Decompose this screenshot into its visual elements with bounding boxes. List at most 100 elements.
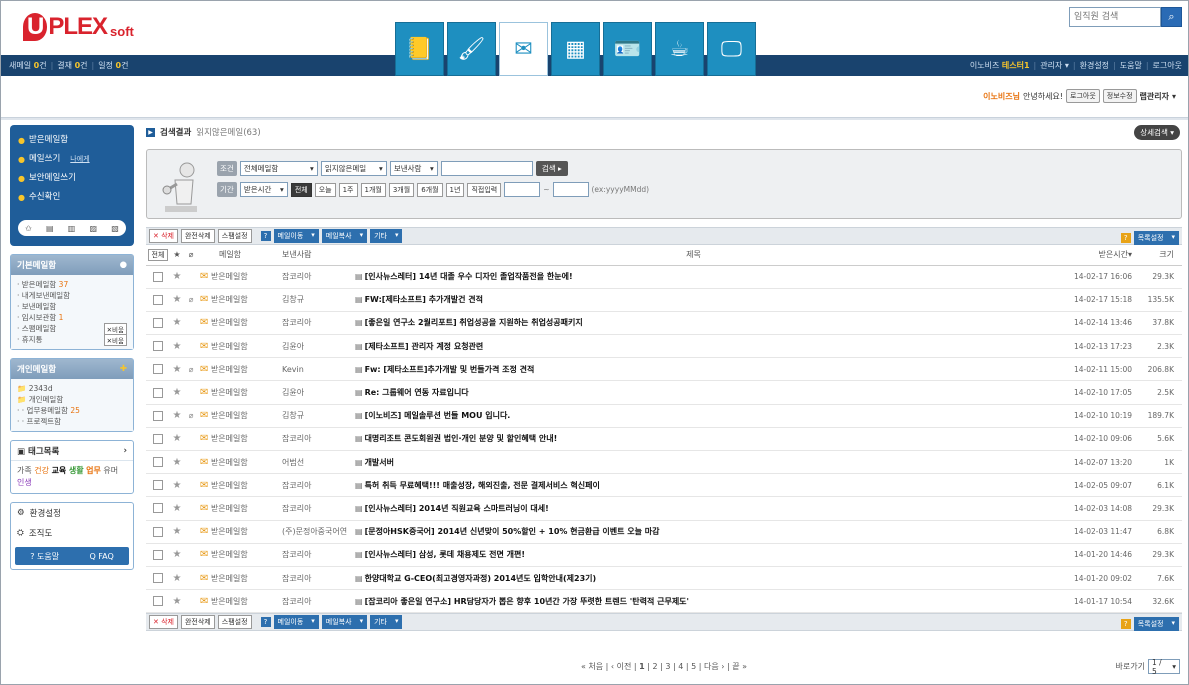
org-chart-link[interactable]: ⛭ 조직도 (11, 523, 133, 543)
toolbar-dropdown[interactable]: 메일복사 ▾ (321, 615, 368, 630)
mailbox-item[interactable]: · 보낸메일함 (17, 301, 127, 312)
mailbox-item[interactable]: 📁 2343d (17, 383, 127, 394)
toolbar-button[interactable]: ✕ 삭제 (149, 229, 178, 243)
employee-search-input[interactable] (1069, 7, 1161, 27)
row-checkbox[interactable] (153, 387, 163, 398)
mailbox-item[interactable]: · 스팸메일함 ✕비움 (17, 322, 127, 335)
nav-link[interactable]: 로그아웃 (1153, 61, 1182, 70)
table-row[interactable]: ★ ✉ 받은메일함 잡코리아 ▤ 한양대학교 G-CEO(최고경영자과정) 2014년도… (146, 566, 1182, 591)
star-icon[interactable]: ★ (173, 573, 182, 584)
toolbar-dropdown[interactable]: 기타 ▾ (370, 615, 403, 630)
tag-item[interactable]: 생활 (69, 466, 84, 475)
nav-counter[interactable]: 일정 0건 (98, 61, 128, 70)
nav-link[interactable]: 도움말 (1120, 61, 1142, 70)
list-settings-dropdown[interactable]: 목록설정 ▾ (1133, 617, 1179, 632)
column-mailbox[interactable]: 메일함 (198, 245, 262, 266)
table-row[interactable]: ★ ⌀ ✉ 받은메일함 김창규 ▤ [이노비즈] 메일솔루션 번들 MOU 입니다. 14-… (146, 404, 1182, 428)
period-field-select[interactable]: 받은시간 ▾ (239, 182, 288, 197)
table-row[interactable]: ★ ✉ 받은메일함 잡코리아 ▤ 대명리조트 콘도회원권 법인·개인 분양 및 할인혜택… (146, 427, 1182, 452)
help-icon[interactable]: ? (1120, 619, 1131, 630)
table-row[interactable]: ★ ⌀ ✉ 받은메일함 Kevin ▤ Fw: [제타소프트]추가개발 및 번들가격 조정… (146, 357, 1182, 382)
row-subject[interactable]: 한양대학교 G-CEO(최고경영자과정) 2014년도 입학안내(제23기) (365, 574, 597, 583)
star-icon[interactable]: ★ (173, 433, 182, 444)
pager-page[interactable]: 5 (691, 662, 696, 671)
select-all-button[interactable]: 전체 (147, 248, 169, 261)
row-checkbox[interactable] (153, 271, 163, 282)
tag-item[interactable]: 유머 (103, 466, 118, 475)
row-subject[interactable]: [이노비즈] 메일솔루션 번들 MOU 입니다. (365, 411, 511, 420)
date-from-input[interactable] (504, 182, 541, 197)
period-button[interactable]: 1년 (445, 182, 465, 197)
toolbar-button[interactable]: 스팸설정 (217, 229, 252, 243)
row-checkbox[interactable] (153, 364, 163, 375)
row-subject[interactable]: [문정아HSK중국어] 2014년 신년맞이 50%할인 + 10% 현금환급 … (365, 527, 660, 536)
table-row[interactable]: ★ ⌀ ✉ 받은메일함 김창규 ▤ FW:[제타소프트] 추가개발건 견적 14-02-17… (146, 288, 1182, 312)
app-presentation[interactable]: 🖵 (707, 22, 756, 76)
column-sender[interactable]: 보낸사람 (262, 245, 347, 266)
table-row[interactable]: ★ ✉ 받은메일함 잡코리아 ▤ [잡코리아 좋은일 연구소] HR담당자가 뽑은 향후… (146, 589, 1182, 614)
row-sender[interactable]: 잡코리아 (282, 597, 311, 606)
toolbar-dropdown[interactable]: 기타 ▾ (370, 229, 403, 243)
row-subject[interactable]: [좋은일 연구소 2월리포트] 취업성공을 지원하는 취업성공패키지 (365, 318, 583, 327)
table-row[interactable]: ★ ✉ 받은메일함 김윤아 ▤ [제타소프트] 관리자 계정 요청관련 14-02-13 … (146, 334, 1182, 359)
row-subject[interactable]: 개발서버 (365, 458, 394, 467)
row-sender[interactable]: 잡코리아 (282, 272, 311, 281)
app-coffee[interactable]: ☕ (655, 22, 704, 76)
faq-button[interactable]: Q FAQ (89, 552, 113, 561)
table-row[interactable]: ★ ✉ 받은메일함 잡코리아 ▤ [인사뉴스레터] 2014년 직원교육 스마트러닝이 … (146, 496, 1182, 521)
pager-prev[interactable]: ‹ 이전 (611, 662, 631, 671)
star-icon[interactable]: ★ (173, 387, 182, 398)
star-icon[interactable]: ★ (173, 410, 182, 421)
mail-menu-item[interactable]: ● 받은메일함 (18, 131, 128, 150)
row-checkbox[interactable] (153, 596, 163, 607)
nav-counter[interactable]: 결재 0건 (57, 61, 87, 70)
row-sender[interactable]: 김윤아 (282, 342, 304, 351)
mail-menu-item[interactable]: ● 메일쓰기 나에게 (18, 150, 128, 169)
chevron-down-icon[interactable]: ▾ (1172, 92, 1176, 101)
mailbox-item[interactable]: · · 업무용메일함 25 (17, 405, 127, 416)
period-button[interactable]: 3개월 (388, 182, 415, 197)
star-icon[interactable]: ★ (173, 341, 182, 352)
table-row[interactable]: ★ ✉ 받은메일함 잡코리아 ▤ [좋은일 연구소 2월리포트] 취업성공을 지원하는 … (146, 311, 1182, 336)
row-checkbox[interactable] (153, 526, 163, 537)
empty-button[interactable]: ✕비움 (103, 333, 127, 346)
mailbox-item[interactable]: · 휴지통 ✕비움 (17, 333, 127, 346)
table-row[interactable]: ★ ✉ 받은메일함 어범선 ▤ 개발서버 14-02-07 13:20 1K (146, 450, 1182, 475)
quick-icon[interactable]: ▥ (68, 224, 76, 233)
app-mail[interactable]: ✉ (499, 22, 548, 76)
pager-next[interactable]: 다음 › (704, 662, 724, 671)
mailbox-item[interactable]: 📁 개인메일함 (17, 394, 127, 405)
row-subject[interactable]: FW:[제타소프트] 추가개발건 견적 (365, 295, 483, 304)
field-select[interactable]: 보낸사람 ▾ (389, 161, 438, 176)
row-checkbox[interactable] (153, 317, 163, 328)
tag-item[interactable]: 건강 (34, 466, 49, 475)
row-sender[interactable]: Kevin (282, 365, 304, 374)
star-icon[interactable]: ★ (173, 457, 182, 468)
row-checkbox[interactable] (153, 294, 163, 305)
table-row[interactable]: ★ ✉ 받은메일함 잡코리아 ▤ [인사뉴스레터] 14년 대졸 우수 디자인 졸업작품… (146, 265, 1182, 289)
keyword-input[interactable] (440, 161, 533, 176)
table-row[interactable]: ★ ✉ 받은메일함 (주)문정아중국어연... ▤[문정아HSK중국어] 2014년 … (146, 520, 1182, 544)
pager-page[interactable]: 3 (665, 662, 670, 671)
logout-button[interactable]: 로그아웃 (1066, 89, 1100, 103)
period-button[interactable]: 전체 (290, 182, 312, 197)
row-sender[interactable]: 잡코리아 (282, 550, 311, 559)
quick-icon[interactable]: ▤ (46, 224, 54, 233)
row-sender[interactable]: 어범선 (282, 458, 304, 467)
nav-counter[interactable]: 새메일 0건 (9, 61, 47, 70)
star-icon[interactable]: ★ (173, 549, 182, 560)
row-subject[interactable]: 특허 취득 무료혜택!!! 매출성장, 해외진출, 전문 결제서비스 혁신페이 (365, 481, 600, 490)
star-icon[interactable]: ★ (173, 271, 182, 282)
star-icon[interactable]: ★ (173, 294, 182, 305)
toolbar-dropdown[interactable]: 메일이동 ▾ (273, 229, 319, 243)
period-button[interactable]: 6개월 (417, 182, 443, 197)
row-sender[interactable]: 잡코리아 (282, 318, 311, 327)
mailbox-item[interactable]: · 임시보관함 1 (17, 312, 127, 323)
row-sender[interactable]: 잡코리아 (282, 481, 311, 490)
pager-first[interactable]: « 처음 (581, 662, 603, 671)
period-button[interactable]: 1주 (338, 182, 358, 197)
row-checkbox[interactable] (153, 433, 163, 444)
table-row[interactable]: ★ ✉ 받은메일함 잡코리아 ▤ [인사뉴스레터] 삼성, 롯데 채용제도 전면 개편!… (146, 543, 1182, 567)
tag-item[interactable]: 인생 (17, 478, 32, 487)
toolbar-button[interactable]: 스팸설정 (217, 615, 252, 630)
